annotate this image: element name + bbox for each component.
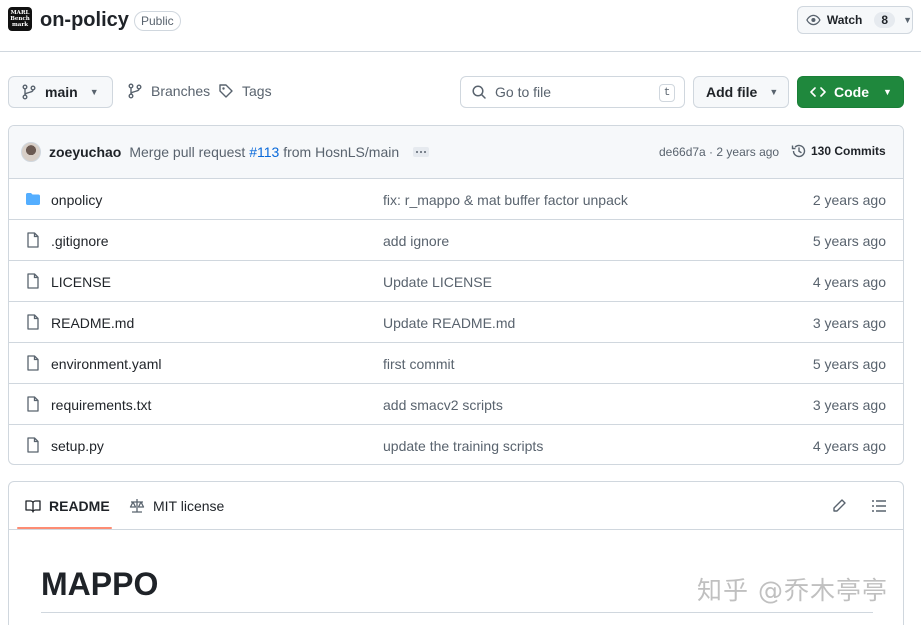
commit-message[interactable]: Merge pull request #113 from HosnLS/main [129, 144, 399, 160]
book-icon [25, 500, 41, 513]
eye-icon [806, 14, 821, 26]
commit-sha-date[interactable]: de66d7a · 2 years ago [659, 145, 779, 159]
branches-link[interactable]: Branches [127, 83, 210, 99]
readme-heading: MAPPO [41, 566, 159, 602]
tag-icon [219, 84, 233, 98]
table-row[interactable]: requirements.txt add smacv2 scripts 3 year… [9, 384, 903, 425]
active-tab-indicator [17, 527, 112, 529]
file-commit-message[interactable]: update the training scripts [383, 438, 543, 454]
file-commit-message[interactable]: add ignore [383, 233, 449, 249]
visibility-badge: Public [134, 11, 181, 31]
tab-readme[interactable]: README [25, 498, 110, 514]
file-commit-message[interactable]: first commit [383, 356, 455, 372]
branch-name: main [45, 84, 78, 100]
branch-select-button[interactable]: main ▼ [8, 76, 113, 108]
file-name-link[interactable]: LICENSE [51, 274, 111, 290]
file-commit-age: 3 years ago [812, 397, 886, 413]
file-commit-message[interactable]: Update README.md [383, 315, 515, 331]
code-label: Code [834, 84, 869, 100]
pull-request-link[interactable]: #113 [249, 144, 279, 160]
table-row[interactable]: README.md Update README.md 3 years ago [9, 302, 903, 343]
watch-button[interactable]: Watch 8 ▼ [797, 6, 913, 34]
table-row[interactable]: environment.yaml first commit 5 years ago [9, 343, 903, 384]
file-icon [25, 396, 41, 415]
commits-count: 130 Commits [811, 144, 886, 158]
code-button[interactable]: Code ▼ [797, 76, 904, 108]
file-list: zoeyuchao Merge pull request #113 from H… [8, 125, 904, 465]
file-name-link[interactable]: .gitignore [51, 233, 109, 249]
tags-label: Tags [242, 83, 272, 99]
search-input[interactable] [495, 84, 655, 100]
file-commit-age: 4 years ago [812, 438, 886, 454]
history-icon [791, 144, 806, 158]
tab-readme-label: README [49, 498, 110, 514]
file-name-link[interactable]: README.md [51, 315, 134, 331]
latest-commit-bar: zoeyuchao Merge pull request #113 from H… [9, 126, 903, 179]
expand-commit-button[interactable] [413, 147, 430, 157]
commit-message-suffix: from HosnLS/main [279, 144, 400, 160]
add-file-button[interactable]: Add file ▼ [693, 76, 789, 108]
tags-link[interactable]: Tags [218, 83, 272, 99]
chevron-down-icon: ▼ [769, 87, 779, 97]
file-commit-age: 3 years ago [812, 315, 886, 331]
watch-count: 8 [874, 12, 896, 28]
branch-icon [128, 83, 142, 99]
file-commit-age: 2 years ago [812, 192, 886, 208]
file-name-link[interactable]: requirements.txt [51, 397, 151, 413]
commit-author[interactable]: zoeyuchao [49, 144, 121, 160]
watch-label: Watch [826, 13, 863, 27]
branches-label: Branches [151, 83, 211, 99]
repo-header: MARL Bench mark on-policy Public Watch 8… [0, 0, 921, 52]
file-commit-message[interactable]: Update LICENSE [383, 274, 492, 290]
go-to-file-search[interactable]: t [460, 76, 685, 108]
table-row[interactable]: setup.py update the training scripts 4 yea… [9, 425, 903, 464]
tab-license-label: MIT license [153, 498, 225, 514]
file-commit-message[interactable]: fix: r_mappo & mat buffer factor unpack [383, 192, 628, 208]
add-file-label: Add file [706, 84, 758, 100]
table-row[interactable]: onpolicy fix: r_mappo & mat buffer factor… [9, 179, 903, 220]
tab-license[interactable]: MIT license [129, 498, 224, 514]
file-icon [25, 273, 41, 292]
keyboard-shortcut-hint: t [659, 84, 675, 102]
chevron-down-icon: ▼ [883, 87, 892, 97]
law-icon [129, 499, 145, 513]
repo-owner-avatar[interactable]: MARL Bench mark [8, 7, 32, 31]
folder-icon [25, 191, 41, 210]
list-outline-icon[interactable] [871, 498, 887, 517]
pencil-icon[interactable] [831, 498, 847, 517]
file-icon [25, 355, 41, 374]
branch-icon [22, 84, 36, 100]
file-icon [25, 314, 41, 333]
table-row[interactable]: LICENSE Update LICENSE 4 years ago [9, 261, 903, 302]
repo-name[interactable]: on-policy [40, 9, 129, 32]
file-commit-age: 4 years ago [812, 274, 886, 290]
code-icon [810, 87, 826, 97]
avatar[interactable] [21, 142, 41, 162]
file-icon [25, 232, 41, 251]
file-commit-age: 5 years ago [812, 233, 886, 249]
file-commit-message[interactable]: add smacv2 scripts [383, 397, 503, 413]
file-commit-age: 5 years ago [812, 356, 886, 372]
watermark: 知乎 @乔木亭亭 [697, 576, 888, 605]
chevron-down-icon: ▼ [89, 87, 99, 97]
search-icon [472, 85, 486, 99]
chevron-down-icon: ▼ [903, 15, 912, 25]
commits-history-link[interactable]: 130 Commits [791, 143, 886, 159]
file-name-link[interactable]: onpolicy [51, 192, 102, 208]
divider [41, 612, 873, 613]
file-icon [25, 437, 41, 456]
table-row[interactable]: .gitignore add ignore 5 years ago [9, 220, 903, 261]
commit-message-prefix: Merge pull request [129, 144, 250, 160]
readme-tabs: README MIT license [9, 482, 903, 530]
file-name-link[interactable]: setup.py [51, 438, 104, 454]
file-name-link[interactable]: environment.yaml [51, 356, 162, 372]
